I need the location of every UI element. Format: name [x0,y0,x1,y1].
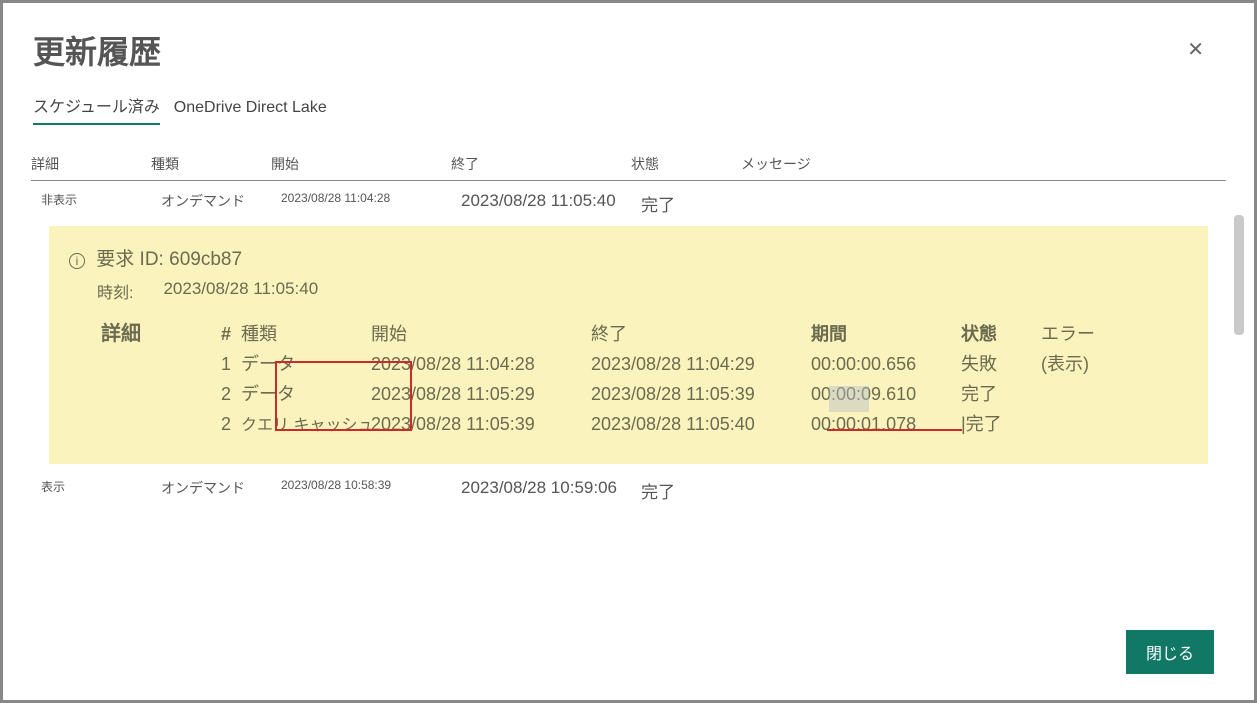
d-state: |完了 [957,408,1037,438]
detail-row: 2 データ 2023/08/28 11:05:29 2023/08/28 11:… [97,378,1188,408]
d-dur: 00:00:00.656 [807,352,957,377]
dcol-err: エラー [1037,318,1117,348]
tab-scheduled[interactable]: スケジュール済み [33,93,160,125]
col-start: 開始 [271,154,451,174]
dcol-type: 種類 [237,318,367,348]
table-row[interactable]: 非表示 オンデマンド 2023/08/28 11:04:28 2023/08/2… [31,181,1226,222]
cell-end: 2023/08/28 11:05:40 [461,191,641,216]
cell-state: 完了 [641,478,751,503]
detail-toggle[interactable]: 非表示 [41,191,161,216]
d-end: 2023/08/28 11:05:40 [587,412,807,437]
time-label: 時刻: [97,285,133,302]
d-num: 2 [217,412,237,437]
error-link[interactable]: (表示) [1037,348,1117,378]
d-state: 失敗 [957,348,1037,378]
tab-onedrive[interactable]: OneDrive Direct Lake [174,99,327,123]
dcol-start: 開始 [367,318,587,348]
cell-type: オンデマンド [161,478,281,503]
page-title: 更新履歴 [33,27,1224,73]
d-state: 完了 [957,378,1037,408]
tabs: スケジュール済み OneDrive Direct Lake [33,93,1224,126]
d-end: 2023/08/28 11:05:39 [587,382,807,407]
d-type: データ [237,378,367,408]
cell-start: 2023/08/28 10:58:39 [281,478,461,503]
col-type: 種類 [151,154,271,174]
cell-end: 2023/08/28 10:59:06 [461,478,641,503]
detail-panel: i 要求 ID: 609cb87 時刻: 2023/08/28 11:05:40… [49,226,1208,464]
cell-type: オンデマンド [161,191,281,216]
dcol-dur: 期間 [807,318,957,348]
col-state: 状態 [631,154,741,174]
scrollbar[interactable] [1234,215,1244,335]
table-row[interactable]: 表示 オンデマンド 2023/08/28 10:58:39 2023/08/28… [31,468,1226,509]
time-value: 2023/08/28 11:05:40 [163,279,318,298]
detail-row: 1 データ 2023/08/28 11:04:28 2023/08/28 11:… [97,348,1188,378]
detail-label: 詳細 [97,315,217,348]
d-start: 2023/08/28 11:05:39 [367,412,587,437]
d-end: 2023/08/28 11:04:29 [587,352,807,377]
d-type: クエリ キャッシュ [237,409,367,437]
cell-state: 完了 [641,191,751,216]
col-message: メッセージ [741,154,941,174]
detail-row: 2 クエリ キャッシュ 2023/08/28 11:05:39 2023/08/… [97,408,1188,438]
d-type: データ [237,348,367,378]
col-end: 終了 [451,154,631,174]
close-button[interactable]: 閉じる [1126,630,1214,674]
d-start: 2023/08/28 11:04:28 [367,352,587,377]
dcol-state: 状態 [957,318,1037,348]
dcol-num: # [217,322,237,347]
request-label: 要求 ID: [96,249,164,270]
detail-toggle[interactable]: 表示 [41,478,161,503]
d-num: 1 [217,352,237,377]
dcol-end: 終了 [587,318,807,348]
info-icon: i [69,253,85,269]
col-detail: 詳細 [31,154,151,174]
close-icon[interactable]: ✕ [1187,37,1204,62]
annotation-highlight [829,386,869,412]
table-header: 詳細 種類 開始 終了 状態 メッセージ [31,154,1226,181]
cell-start: 2023/08/28 11:04:28 [281,191,461,216]
request-id: 609cb87 [169,249,242,270]
d-dur: 00:00:01.078 [807,412,957,437]
d-num: 2 [217,382,237,407]
d-start: 2023/08/28 11:05:29 [367,382,587,407]
